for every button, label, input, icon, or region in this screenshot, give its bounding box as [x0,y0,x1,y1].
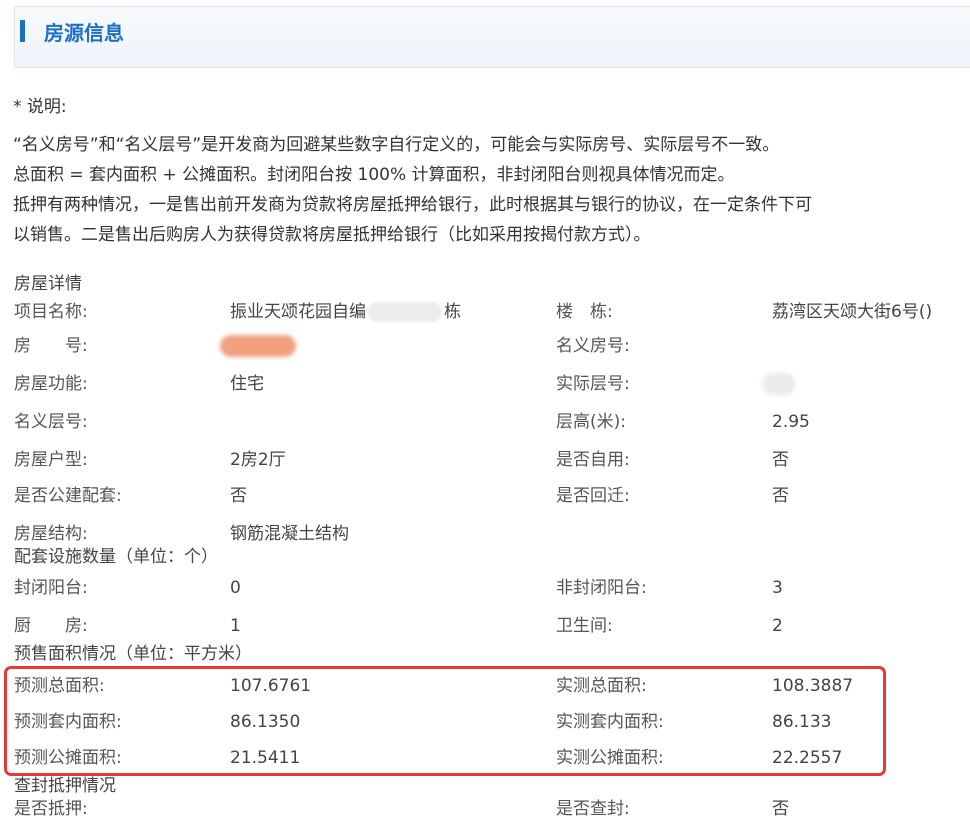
field-label: 厨 房: [14,616,88,636]
field-label: 名义房号: [556,336,630,356]
detail-row: 房 号: 名义房号: [0,329,970,363]
field-label: 卫生间: [556,616,613,636]
field-value: 钢筋混凝土结构 [230,524,349,544]
field-value: 1 [230,616,241,636]
section-header-title: 房源信息 [44,21,124,45]
redacted-blur [220,335,296,357]
detail-row: 项目名称: 振业天颂花园自编栋 楼 栋: 荔湾区天颂大街6号() [0,295,970,329]
field-value: 荔湾区天颂大街6号() [772,302,933,322]
field-label: 是否抵押: [14,799,88,819]
field-value: 2房2厅 [230,450,286,470]
detail-row: 是否公建配套: 否 是否回迁: 否 [0,479,970,513]
field-value: 0 [230,578,241,598]
detail-row: 房屋功能: 住宅 实际层号: [0,367,970,401]
note-line: 抵押有两种情况，一是售出前开发商为贷款将房屋抵押给银行，此时根据其与银行的协议，… [13,195,812,215]
header-accent-bar [20,20,25,42]
field-value: 2.95 [772,412,810,432]
note-line: 以销售。二是售出后购房人为获得贷款将房屋抵押给银行（比如采用按揭付款方式）。 [13,225,651,245]
facility-row: 厨 房: 1 卫生间: 2 [0,609,970,643]
field-label: 是否自用: [556,450,630,470]
field-label: 是否查封: [556,799,630,819]
note-line: “名义房号”和“名义层号”是开发商为回避某些数字自行定义的，可能会与实际房号、实… [13,135,780,155]
note-heading: * 说明: [13,97,67,117]
notes-block: * 说明: “名义房号”和“名义层号”是开发商为回避某些数字自行定义的，可能会与… [13,92,970,250]
highlight-box [4,666,886,776]
field-label: 楼 栋: [556,302,613,322]
detail-row: 房屋户型: 2房2厅 是否自用: 否 [0,443,970,477]
field-value: 3 [772,578,783,598]
field-value: 否 [772,799,789,819]
field-label: 房 号: [14,336,88,356]
section-header [14,6,970,68]
field-value: 否 [772,450,789,470]
details-section-title: 房屋详情 [14,274,82,294]
field-label: 层高(米): [556,412,626,432]
detail-row: 名义层号: 层高(米): 2.95 [0,405,970,439]
field-label: 实际层号: [556,374,630,394]
field-label: 是否回迁: [556,486,630,506]
redacted-blur [762,373,796,395]
redacted-blur [368,302,442,322]
facilities-section-title: 配套设施数量（单位：个） [14,547,218,567]
seizure-row: 是否抵押: 是否查封: 否 [0,768,970,819]
field-label: 项目名称: [14,302,88,322]
field-label: 名义层号: [14,412,88,432]
field-label: 非封闭阳台: [556,578,647,598]
field-value: 住宅 [230,374,264,394]
area-section-title: 预售面积情况（单位：平方米） [14,644,252,664]
field-value: 否 [772,486,789,506]
field-label: 房屋户型: [14,450,88,470]
note-line: 总面积 = 套内面积 + 公摊面积。封闭阳台按 100% 计算面积，非封闭阳台则… [13,165,735,185]
field-label: 房屋功能: [14,374,88,394]
field-label: 是否公建配套: [14,486,122,506]
field-value: 振业天颂花园自编栋 [230,302,461,322]
field-label: 封闭阳台: [14,578,88,598]
facility-row: 封闭阳台: 0 非封闭阳台: 3 [0,571,970,605]
field-value: 否 [230,486,247,506]
field-value: 2 [772,616,783,636]
field-label: 房屋结构: [14,524,88,544]
